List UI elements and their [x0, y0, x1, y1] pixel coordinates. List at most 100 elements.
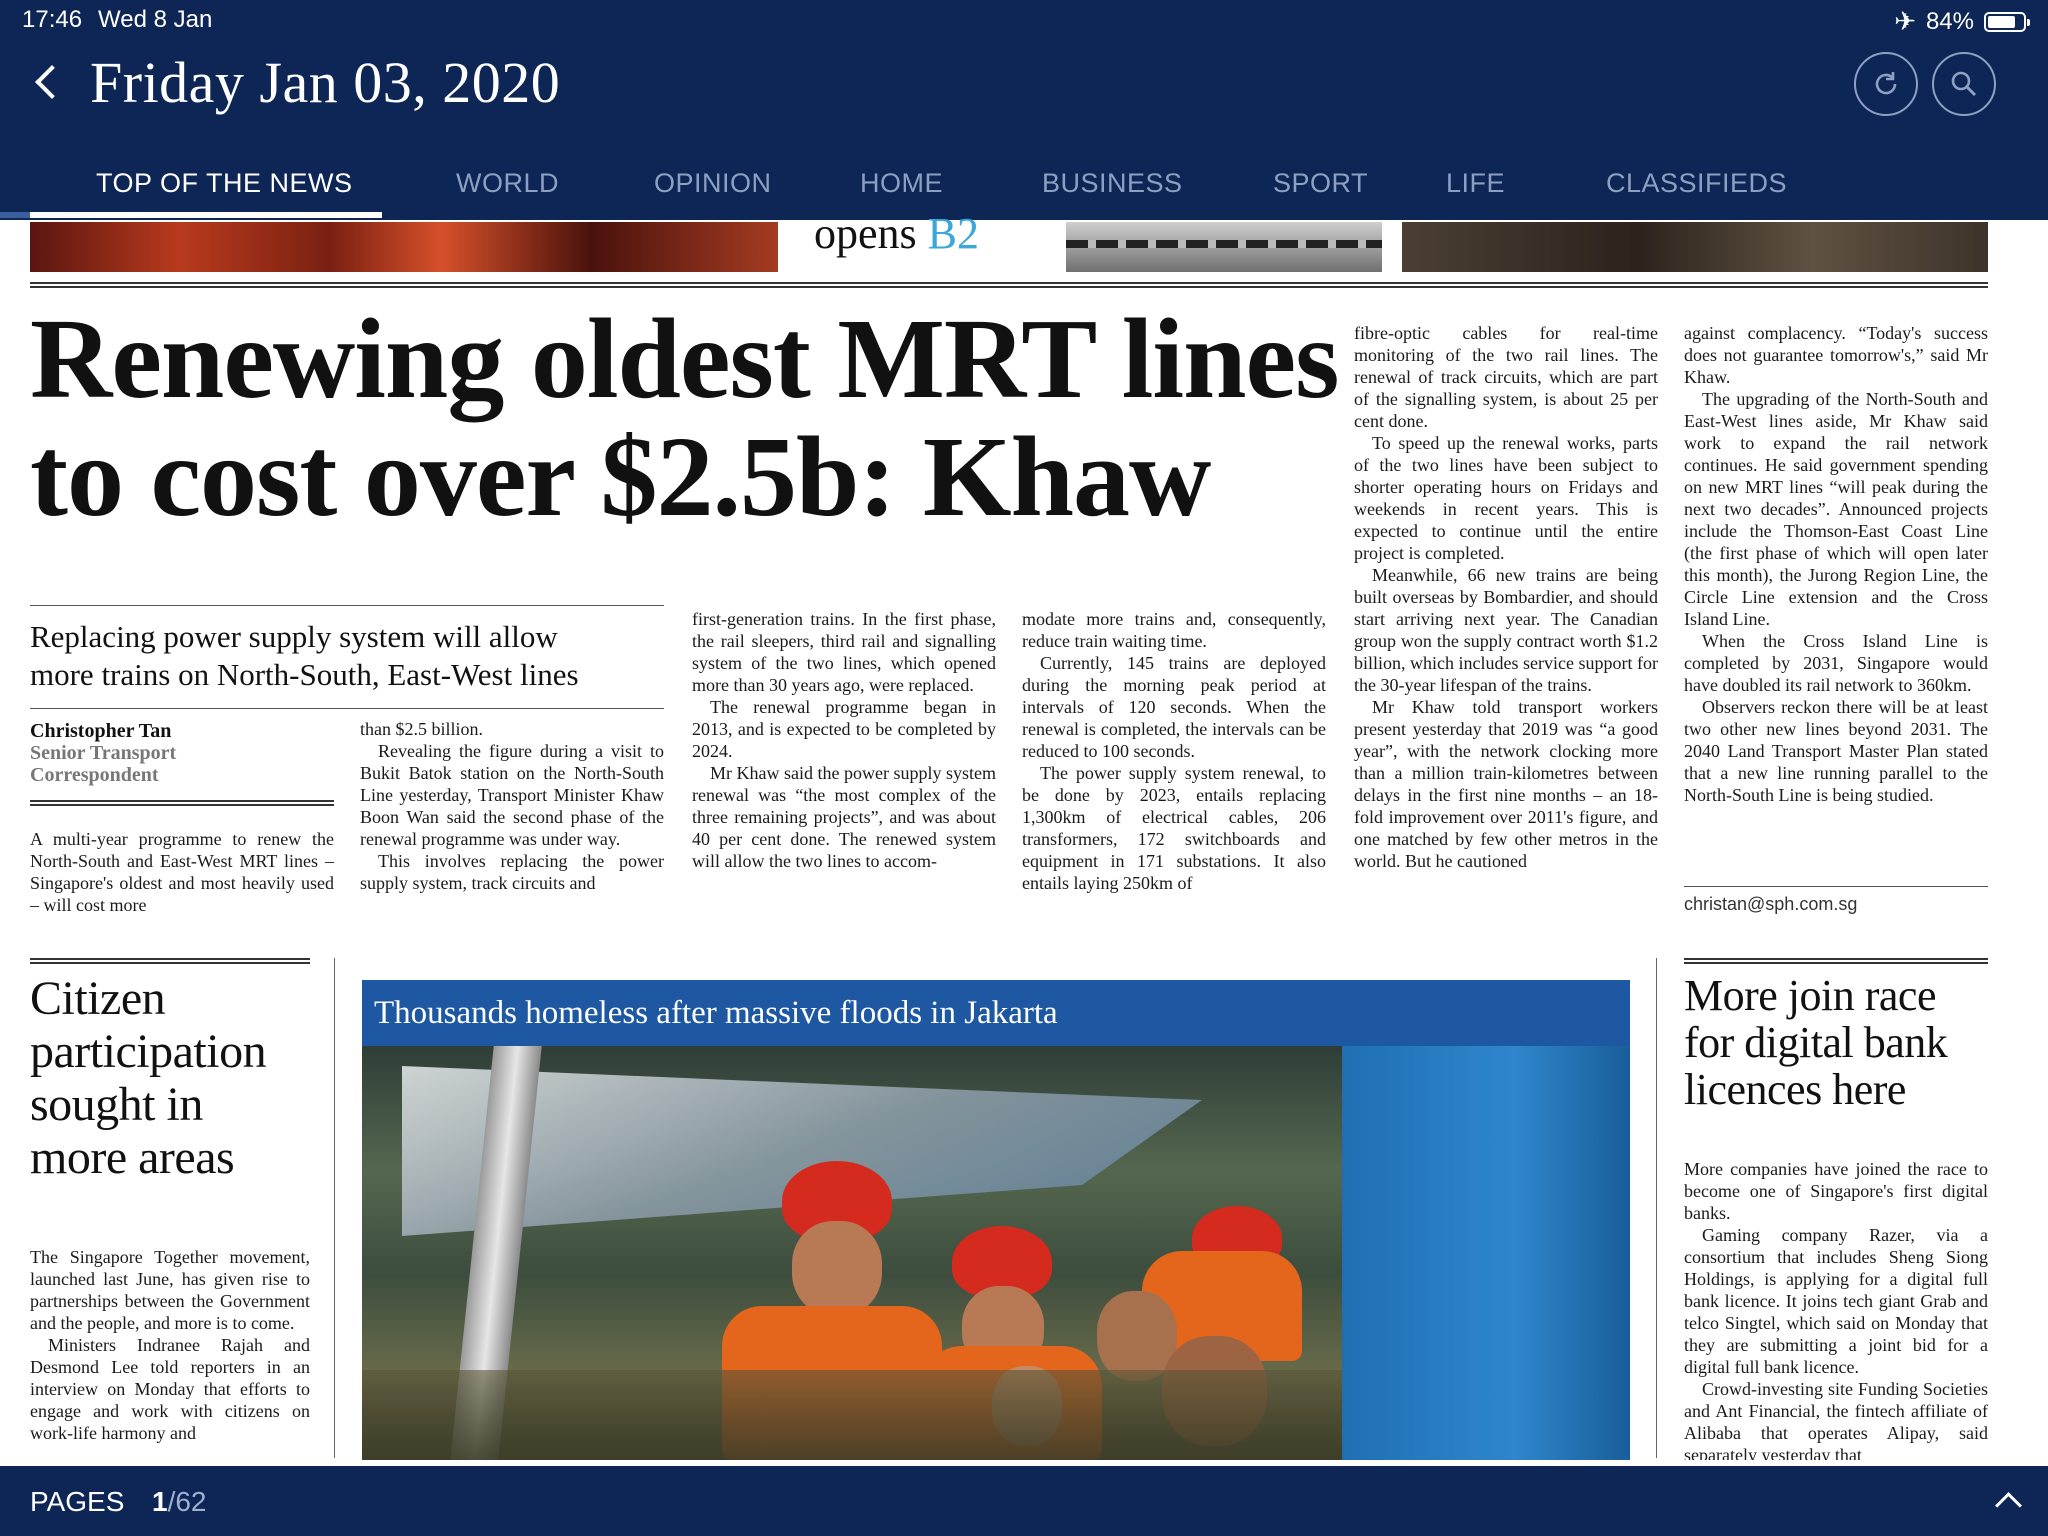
paragraph: Mr Khaw said the power supply system ren… [692, 763, 996, 871]
refresh-icon [1875, 72, 1897, 95]
right-story-rule [1684, 958, 1988, 964]
left-story-rule [30, 958, 310, 964]
teaser-image-landscape[interactable] [1402, 222, 1988, 272]
paragraph: Revealing the figure during a visit to B… [360, 741, 664, 849]
main-headline[interactable]: Renewing oldest MRT lines to cost over $… [30, 300, 1340, 536]
left-headline-line4: more areas [30, 1131, 235, 1184]
status-date: Wed 8 Jan [98, 6, 213, 33]
paragraph: A multi-year programme to renew the Nort… [30, 829, 334, 915]
left-headline-line3: sought in [30, 1078, 203, 1131]
edition-header: Friday Jan 03, 2020 [30, 50, 560, 115]
refresh-button[interactable] [1854, 52, 1918, 116]
author-email[interactable]: christan@sph.com.sg [1684, 894, 1857, 915]
page-divider [30, 282, 1988, 288]
paragraph: The upgrading of the North-South and Eas… [1684, 389, 1988, 629]
current-page: 1 [152, 1486, 168, 1517]
teaser-page: B2 [927, 209, 980, 258]
chevron-up-icon[interactable] [1995, 1492, 2022, 1519]
tab-business[interactable]: BUSINESS [1042, 168, 1183, 199]
paragraph: fibre-optic cables for real-time monitor… [1354, 323, 1658, 431]
app-header: 17:46 Wed 8 Jan ✈ 84% Friday Jan 03, 202… [0, 0, 2048, 220]
left-story-body: The Singapore Together movement, launche… [30, 1246, 310, 1460]
left-headline-line2: participation [30, 1025, 267, 1078]
paragraph: Observers reckon there will be at least … [1684, 697, 1988, 805]
right-headline-line2: for digital bank [1684, 1018, 1948, 1067]
paragraph: The renewal programme began in 2013, and… [692, 697, 996, 761]
page-navigator: PAGES 1/62 [0, 1466, 2048, 1536]
battery-fill [1988, 15, 2016, 28]
paragraph: Mr Khaw told transport workers present y… [1354, 697, 1658, 871]
status-right: ✈ 84% [1894, 6, 2030, 37]
right-story-body: More companies have joined the race to b… [1684, 1158, 1988, 1460]
right-story-headline[interactable]: More join race for digital bank licences… [1684, 972, 2004, 1113]
tab-classifieds[interactable]: CLASSIFIEDS [1606, 168, 1787, 199]
paragraph: Ministers Indranee Rajah and Desmond Lee… [30, 1335, 310, 1443]
tab-life[interactable]: LIFE [1446, 168, 1505, 199]
page-indicator[interactable]: 1/62 [152, 1486, 207, 1518]
main-subhead: Replacing power supply system will allow… [30, 618, 670, 694]
author-role-line2: Correspondent [30, 764, 159, 786]
status-bar: 17:46 Wed 8 Jan ✈ 84% [0, 0, 2048, 40]
article-column-6: against complacency. “Today's success do… [1684, 322, 1988, 806]
search-icon [1951, 71, 1977, 97]
photo-blue-wall [1342, 1046, 1630, 1460]
tab-opinion[interactable]: OPINION [654, 168, 772, 199]
teaser-image-building[interactable] [1066, 222, 1382, 272]
pages-label[interactable]: PAGES [30, 1486, 124, 1518]
search-button[interactable] [1932, 52, 1996, 116]
author-role-line1: Senior Transport [30, 742, 177, 764]
right-headline-line1: More join race [1684, 971, 1937, 1020]
section-tabs: TOP OF THE NEWS WORLD OPINION HOME BUSIN… [0, 160, 2048, 220]
teaser-text: opens B2 [814, 208, 979, 259]
article-column-3: first-generation trains. In the first ph… [692, 608, 996, 872]
battery-icon [1984, 11, 2030, 32]
article-column-5: fibre-optic cables for real-time monitor… [1354, 322, 1658, 872]
right-column-divider [1656, 958, 1657, 1458]
tab-home[interactable]: HOME [860, 168, 943, 199]
email-rule [1684, 886, 1988, 887]
paragraph: modate more trains and, consequently, re… [1022, 609, 1326, 651]
author-name: Christopher Tan [30, 720, 172, 742]
total-pages: /62 [167, 1486, 207, 1517]
active-tab-indicator [30, 212, 382, 218]
main-headline-line2: to cost over $2.5b: Khaw [30, 413, 1211, 540]
airplane-icon: ✈ [1894, 6, 1916, 36]
left-story-headline[interactable]: Citizen participation sought in more are… [30, 972, 330, 1184]
photo-face [792, 1221, 882, 1316]
paragraph: against complacency. “Today's success do… [1684, 323, 1988, 387]
back-chevron-icon[interactable] [35, 65, 69, 99]
paragraph: first-generation trains. In the first ph… [692, 609, 996, 695]
left-headline-line1: Citizen [30, 972, 166, 1025]
paragraph: Crowd-investing site Funding Societies a… [1684, 1379, 1988, 1460]
battery-percent: 84% [1925, 7, 1974, 35]
article-column-1: A multi-year programme to renew the Nort… [30, 828, 334, 916]
flood-photo[interactable] [362, 1046, 1630, 1460]
tab-underline-shadow [0, 212, 30, 218]
paragraph: To speed up the renewal works, parts of … [1354, 433, 1658, 563]
edition-date-title: Friday Jan 03, 2020 [90, 49, 561, 115]
paragraph: The Singapore Together movement, launche… [30, 1247, 310, 1333]
main-headline-line1: Renewing oldest MRT lines [30, 295, 1339, 422]
paragraph: Gaming company Razer, via a consortium t… [1684, 1225, 1988, 1377]
right-headline-line3: licences here [1684, 1065, 1906, 1114]
subhead-line1: Replacing power supply system will allow [30, 619, 558, 654]
tab-top-of-the-news[interactable]: TOP OF THE NEWS [96, 168, 353, 199]
article-column-2: than $2.5 billion. Revealing the figure d… [360, 718, 664, 894]
byline-rule [30, 800, 334, 806]
byline: Christopher Tan Senior Transport Corresp… [30, 720, 350, 786]
photo-story-banner[interactable]: Thousands homeless after massive floods … [362, 980, 1630, 1046]
paragraph: This involves replacing the power supply… [360, 851, 664, 893]
left-column-divider [334, 958, 335, 1458]
subhead-bottom-rule [30, 708, 664, 709]
paragraph: Meanwhile, 66 new trains are being built… [1354, 565, 1658, 695]
tab-world[interactable]: WORLD [456, 168, 559, 199]
paragraph: Currently, 145 trains are deployed durin… [1022, 653, 1326, 761]
tab-sport[interactable]: SPORT [1273, 168, 1368, 199]
subhead-line2: more trains on North-South, East-West li… [30, 657, 579, 692]
paragraph: More companies have joined the race to b… [1684, 1159, 1988, 1223]
teaser-image-festival[interactable] [30, 222, 778, 272]
status-time: 17:46 [22, 6, 83, 33]
paragraph: than $2.5 billion. [360, 719, 483, 739]
paragraph: The power supply system renewal, to be d… [1022, 763, 1326, 893]
paragraph: When the Cross Island Line is completed … [1684, 631, 1988, 695]
